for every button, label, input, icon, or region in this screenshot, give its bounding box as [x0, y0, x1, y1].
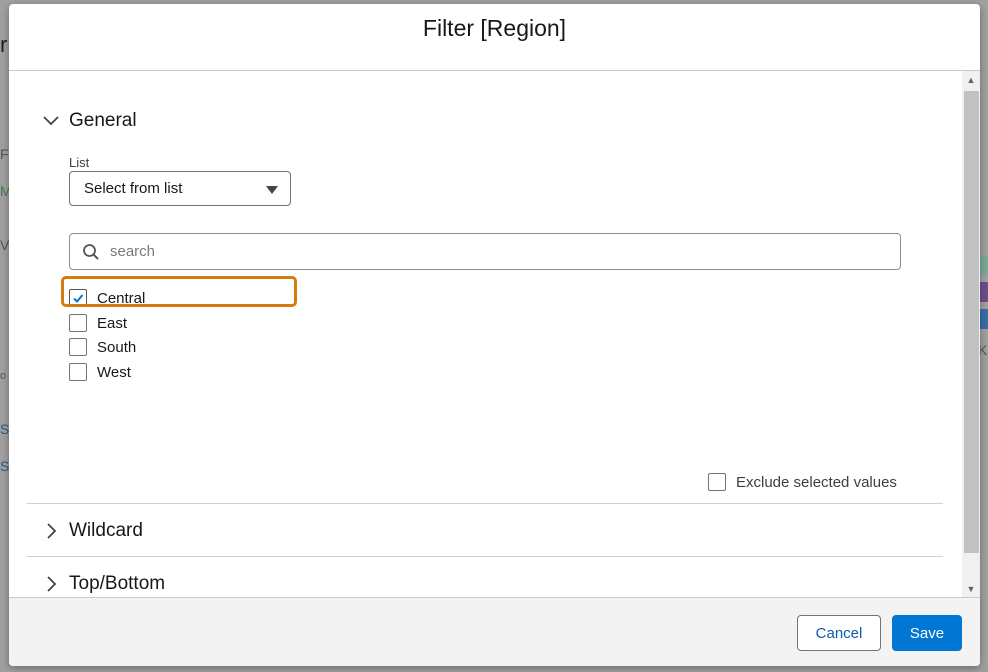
background-fragment: r — [0, 32, 8, 57]
section-header-general[interactable]: General — [41, 110, 137, 132]
exclude-selected-option[interactable]: Exclude selected values — [708, 473, 897, 491]
exclude-label: Exclude selected values — [736, 473, 897, 491]
section-header-wildcard[interactable]: Wildcard — [41, 520, 143, 542]
scroll-thumb[interactable] — [964, 91, 979, 553]
background-strip — [980, 255, 988, 275]
chevron-right-icon — [41, 574, 61, 594]
background-fragment: V — [0, 237, 10, 253]
checkbox-south[interactable] — [69, 338, 87, 356]
background-strip — [980, 309, 988, 329]
search-field[interactable] — [69, 233, 901, 270]
section-label: General — [69, 110, 137, 131]
option-label: South — [97, 338, 137, 356]
option-central[interactable]: Central — [69, 289, 145, 307]
background-fragment: S — [0, 421, 10, 437]
section-divider — [27, 556, 943, 557]
search-input[interactable] — [108, 242, 872, 261]
scroll-down-icon[interactable]: ▼ — [962, 580, 980, 598]
select-value: Select from list — [84, 180, 183, 197]
list-select[interactable]: Select from list — [69, 171, 291, 206]
option-label: East — [97, 314, 128, 332]
modal-body: General List Select from list Central Ea… — [9, 71, 980, 598]
background-fragment: S — [0, 458, 10, 474]
chevron-right-icon — [41, 521, 61, 541]
section-divider — [27, 503, 943, 504]
modal-footer: Cancel Save — [9, 597, 980, 666]
scroll-up-icon[interactable]: ▲ — [962, 71, 980, 89]
caret-down-icon — [266, 186, 278, 194]
modal-header: Filter [Region] — [9, 4, 980, 71]
chevron-down-icon — [41, 111, 61, 131]
section-label: Wildcard — [69, 520, 143, 541]
filter-modal: Filter [Region] General List Select from… — [9, 4, 980, 666]
section-header-topbottom[interactable]: Top/Bottom — [41, 573, 165, 595]
save-button[interactable]: Save — [892, 615, 962, 651]
option-west[interactable]: West — [69, 363, 131, 381]
checkbox-west[interactable] — [69, 363, 87, 381]
search-icon — [82, 243, 100, 261]
modal-title: Filter [Region] — [422, 14, 567, 41]
background-strip — [980, 282, 988, 302]
option-east[interactable]: East — [69, 314, 127, 332]
scrollbar[interactable]: ▲ ▼ — [962, 71, 980, 598]
background-fragment: o — [0, 370, 7, 382]
checkbox-central[interactable] — [69, 289, 87, 307]
cancel-button[interactable]: Cancel — [797, 615, 881, 651]
checkbox-exclude[interactable] — [708, 473, 726, 491]
option-south[interactable]: South — [69, 338, 136, 356]
check-icon — [73, 294, 84, 303]
option-label: West — [97, 363, 131, 381]
option-label: Central — [97, 289, 146, 307]
section-label: Top/Bottom — [69, 573, 166, 594]
list-label: List — [69, 155, 90, 170]
checkbox-east[interactable] — [69, 314, 87, 332]
